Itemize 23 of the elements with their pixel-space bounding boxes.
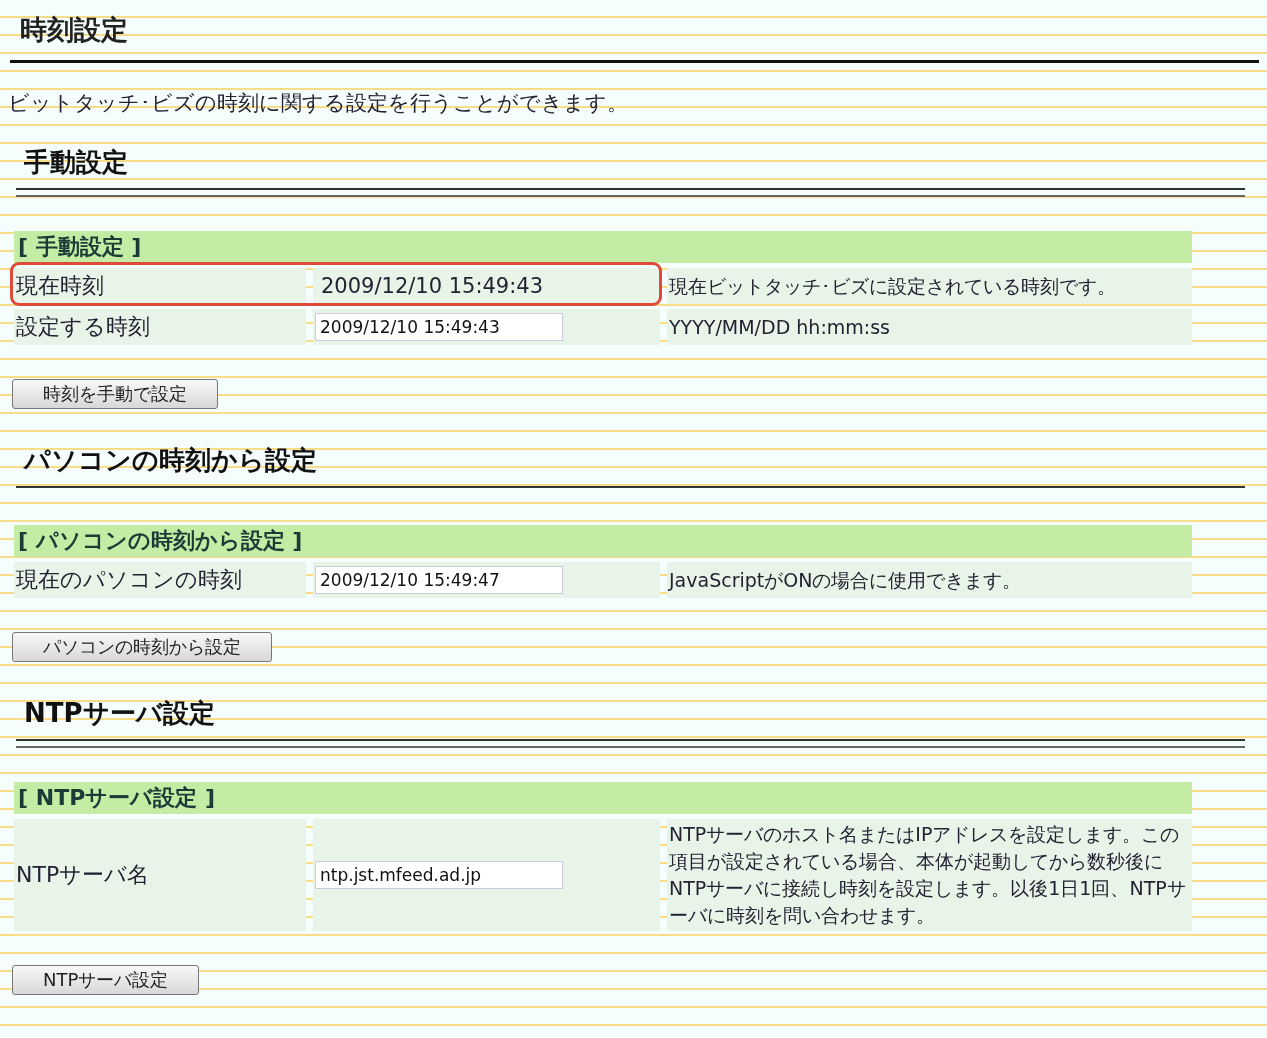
description-cell: JavaScriptがONの場合に使用できます。 xyxy=(667,562,1192,598)
set-button[interactable]: 時刻を手動で設定 xyxy=(12,379,218,409)
label-cell: 現在のパソコンの時刻 xyxy=(14,562,306,598)
table-title: [ 手動設定 ] xyxy=(14,231,1192,263)
intro-text: ビットタッチ･ビズの時刻に関する設定を行うことができます。 xyxy=(8,90,629,117)
input-field[interactable]: 2009/12/10 15:49:47 xyxy=(315,566,563,594)
description-cell: YYYY/MM/DD hh:mm:ss xyxy=(667,309,1192,345)
label-cell: 現在時刻 xyxy=(14,268,306,304)
value-cell: 2009/12/10 15:49:43 xyxy=(313,268,660,304)
label-cell: 設定する時刻 xyxy=(14,309,306,345)
description-cell: NTPサーバのホスト名またはIPアドレスを設定します。この項目が設定されている場合、本体が起動してから数秒後にNTPサーバに接続し時刻を設定します。以後1日1回、NTPサーバに時刻を問い合わせます。 xyxy=(667,819,1192,931)
description-cell: 現在ビットタッチ･ビズに設定されている時刻です。 xyxy=(667,268,1192,304)
table-title: [ パソコンの時刻から設定 ] xyxy=(14,525,1192,557)
section-heading: パソコンの時刻から設定 xyxy=(24,444,318,477)
label-cell: NTPサーバ名 xyxy=(14,819,306,931)
set-button[interactable]: NTPサーバ設定 xyxy=(12,965,200,995)
set-button[interactable]: パソコンの時刻から設定 xyxy=(12,632,272,662)
input-field[interactable]: ntp.jst.mfeed.ad.jp xyxy=(315,861,563,889)
input-field[interactable]: 2009/12/10 15:49:43 xyxy=(315,313,563,341)
table-title: [ NTPサーバ設定 ] xyxy=(14,782,1192,814)
page-title: 時刻設定 xyxy=(20,13,129,47)
section-heading: 手動設定 xyxy=(24,146,129,179)
section-heading: NTPサーバ設定 xyxy=(24,697,216,730)
